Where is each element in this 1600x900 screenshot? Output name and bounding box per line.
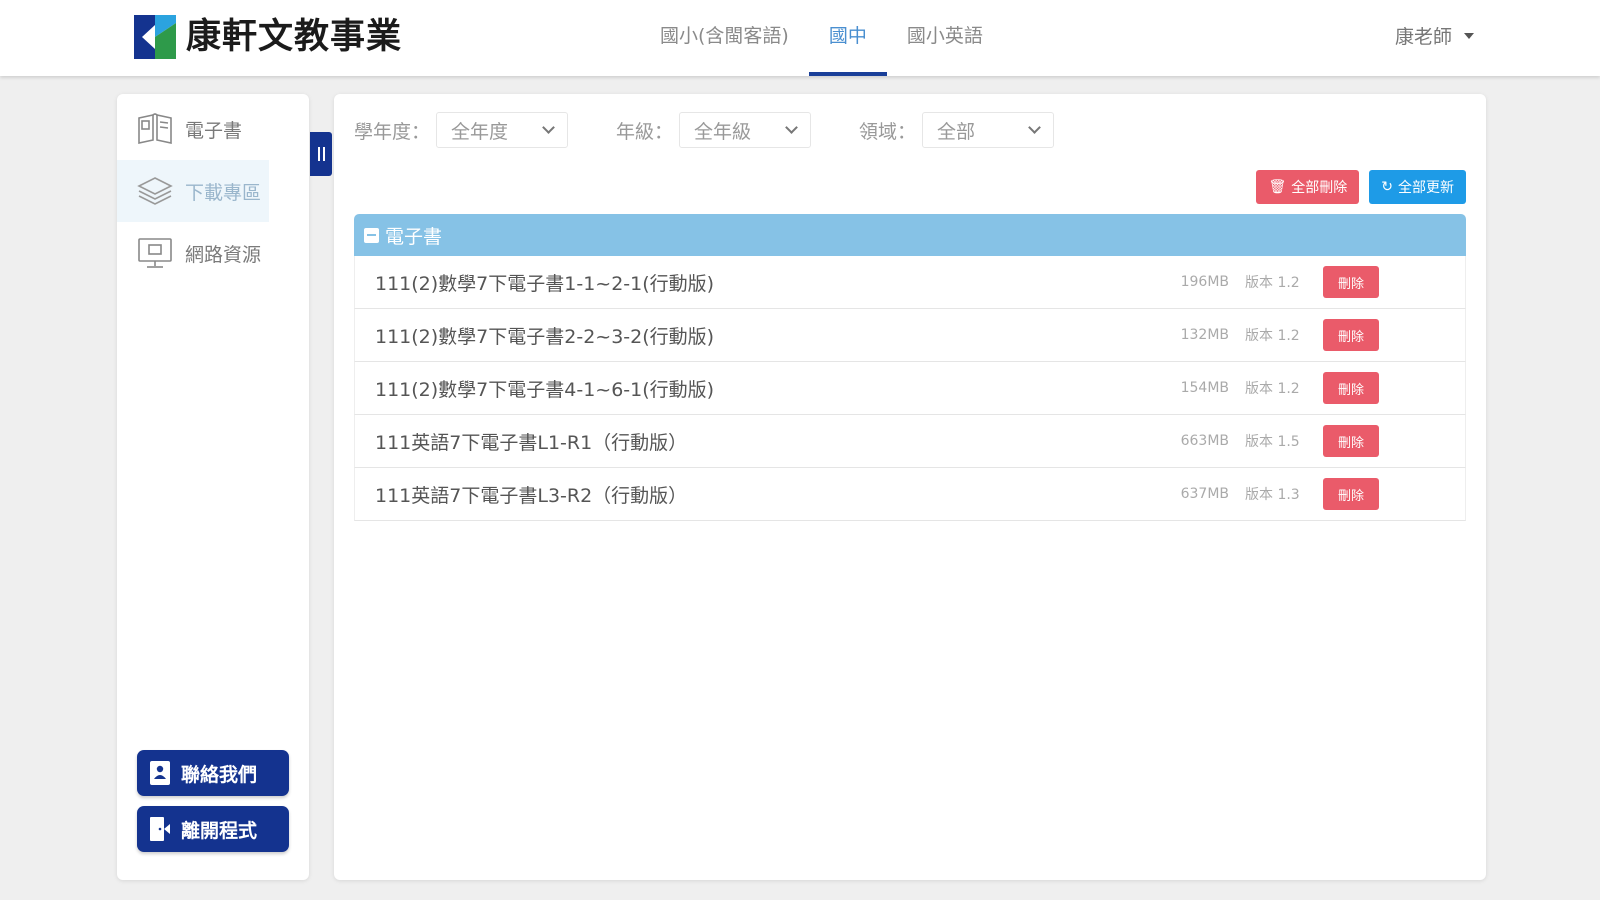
item-size: 663MB: [1180, 433, 1229, 449]
exit-door-icon: [150, 817, 170, 841]
item-version: 版本 1.2: [1245, 381, 1300, 397]
item-title: 111(2)數學7下電子書4-1~6-1(行動版): [375, 378, 715, 401]
tab-label: 國小英語: [906, 24, 983, 47]
top-nav: 國小(含閩客語) 國中 國小英語: [640, 0, 1003, 76]
item-version: 版本 1.2: [1245, 275, 1300, 291]
select-value: 全年度: [451, 120, 509, 143]
refresh-icon: ↻: [1381, 179, 1393, 195]
domain-select[interactable]: 全部: [922, 112, 1055, 148]
tab-label: 國中: [828, 24, 867, 47]
item-size: 154MB: [1180, 380, 1229, 396]
sidebar-item-label: 下載專區: [185, 181, 262, 204]
item-version: 版本 1.3: [1245, 487, 1300, 503]
collapse-minus-icon: [364, 227, 379, 243]
chevron-down-icon: [785, 121, 798, 134]
item-title: 111英語7下電子書L3-R2（行動版）: [375, 484, 688, 507]
delete-all-button[interactable]: 🗑︎ 全部刪除: [1256, 170, 1360, 204]
section-title: 電子書: [385, 225, 443, 248]
tab-elementary-english[interactable]: 國小英語: [887, 0, 1003, 76]
top-header: 康軒文教事業 國小(含閩客語) 國中 國小英語 康老師: [0, 0, 1600, 76]
delete-all-label: 全部刪除: [1291, 180, 1348, 196]
item-version: 版本 1.5: [1245, 434, 1300, 450]
bulk-actions: 🗑︎ 全部刪除 ↻ 全部更新: [1246, 170, 1466, 204]
list-item: 111英語7下電子書L3-R2（行動版） 637MB 版本 1.3 刪除: [354, 468, 1466, 521]
exit-app-label: 離開程式: [181, 819, 258, 842]
tab-junior-high[interactable]: 國中: [808, 0, 887, 76]
item-size: 196MB: [1180, 274, 1229, 290]
kang-hsuan-logo-icon: [134, 15, 176, 59]
item-title: 111(2)數學7下電子書1-1~2-1(行動版): [375, 272, 715, 295]
filter-label: 學年度：: [354, 120, 431, 143]
sidebar-item-label: 電子書: [185, 119, 243, 142]
monitor-icon: [135, 235, 175, 271]
item-title: 111英語7下電子書L1-R1（行動版）: [375, 431, 688, 454]
filter-bar: 學年度： 全年度 年級： 全年級 領域： 全部: [354, 112, 1102, 148]
brand-name: 康軒文教事業: [186, 17, 403, 57]
trash-icon: 🗑︎: [1268, 179, 1287, 195]
sidebar-item-label: 網路資源: [185, 243, 262, 266]
delete-item-button[interactable]: 刪除: [1323, 425, 1379, 457]
update-all-button[interactable]: ↻ 全部更新: [1369, 170, 1466, 204]
sidebar-item-download[interactable]: 下載專區: [117, 160, 269, 222]
delete-item-button[interactable]: 刪除: [1323, 372, 1379, 404]
list-item: 111(2)數學7下電子書4-1~6-1(行動版) 154MB 版本 1.2 刪…: [354, 362, 1466, 415]
exit-app-button[interactable]: 離開程式: [137, 806, 289, 852]
sidebar-item-ebook[interactable]: 電子書: [117, 98, 309, 160]
chevron-down-icon: [1028, 121, 1041, 134]
sidebar: 電子書 下載專區 網路資源 聯絡我們 離開程式: [117, 94, 309, 880]
ebook-download-section: 電子書 111(2)數學7下電子書1-1~2-1(行動版) 196MB 版本 1…: [354, 214, 1466, 521]
user-name: 康老師: [1394, 26, 1452, 48]
brand-logo[interactable]: 康軒文教事業: [134, 15, 402, 59]
pause-bar-icon: [322, 147, 325, 161]
pause-bar-icon: [317, 147, 320, 161]
filter-year: 學年度： 全年度: [354, 112, 569, 148]
main-panel: 學年度： 全年度 年級： 全年級 領域： 全部 🗑︎ 全部刪除 ↻ 全部更新 電…: [334, 94, 1486, 880]
contact-book-icon: [150, 761, 170, 785]
contact-us-label: 聯絡我們: [181, 763, 258, 786]
filter-domain: 領域： 全部: [859, 112, 1055, 148]
item-version: 版本 1.2: [1245, 328, 1300, 344]
sidebar-collapse-toggle[interactable]: [310, 132, 332, 176]
list-item: 111(2)數學7下電子書1-1~2-1(行動版) 196MB 版本 1.2 刪…: [354, 256, 1466, 309]
user-menu[interactable]: 康老師: [1395, 22, 1474, 49]
chevron-down-icon: [542, 121, 555, 134]
update-all-label: 全部更新: [1398, 180, 1454, 196]
year-select[interactable]: 全年度: [436, 112, 569, 148]
contact-us-button[interactable]: 聯絡我們: [137, 750, 289, 796]
filter-label: 領域：: [859, 120, 917, 143]
item-size: 637MB: [1180, 486, 1229, 502]
tab-elementary[interactable]: 國小(含閩客語): [640, 0, 809, 76]
caret-down-icon: [1464, 32, 1474, 39]
grade-select[interactable]: 全年級: [679, 112, 812, 148]
select-value: 全部: [937, 120, 976, 143]
book-icon: [135, 111, 175, 147]
layers-icon: [135, 173, 175, 209]
delete-item-button[interactable]: 刪除: [1323, 266, 1379, 298]
list-item: 111英語7下電子書L1-R1（行動版） 663MB 版本 1.5 刪除: [354, 415, 1466, 468]
delete-item-button[interactable]: 刪除: [1323, 319, 1379, 351]
section-header[interactable]: 電子書: [354, 214, 1466, 256]
delete-item-button[interactable]: 刪除: [1323, 478, 1379, 510]
select-value: 全年級: [694, 120, 752, 143]
filter-label: 年級：: [616, 120, 674, 143]
item-title: 111(2)數學7下電子書2-2~3-2(行動版): [375, 325, 715, 348]
tab-label: 國小(含閩客語): [660, 24, 789, 47]
filter-grade: 年級： 全年級: [616, 112, 812, 148]
list-item: 111(2)數學7下電子書2-2~3-2(行動版) 132MB 版本 1.2 刪…: [354, 309, 1466, 362]
sidebar-item-web-resources[interactable]: 網路資源: [117, 222, 309, 284]
item-size: 132MB: [1180, 327, 1229, 343]
